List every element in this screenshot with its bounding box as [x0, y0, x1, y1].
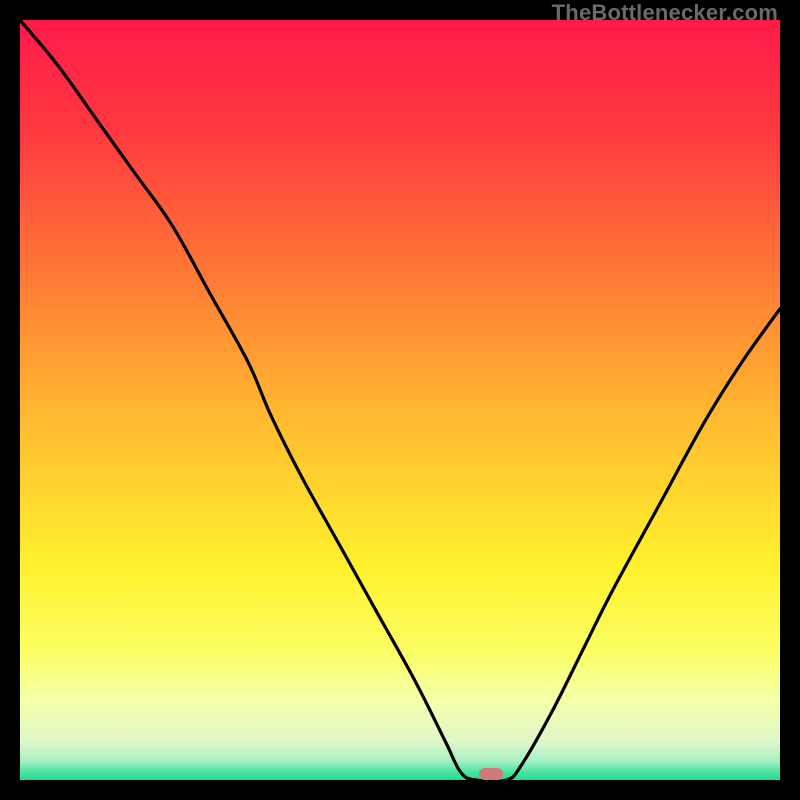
plot-area [20, 20, 780, 780]
chart-frame: TheBottlenecker.com [0, 0, 800, 800]
bottleneck-curve [20, 20, 780, 780]
optimum-marker [479, 768, 503, 780]
